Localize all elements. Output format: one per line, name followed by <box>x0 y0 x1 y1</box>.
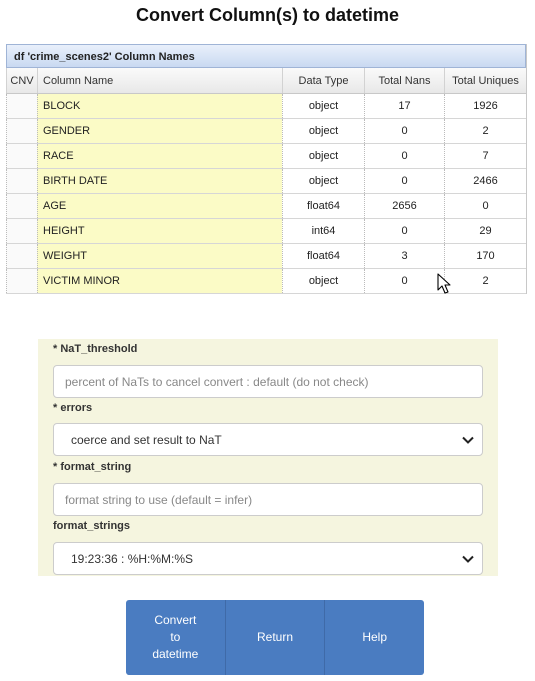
column-name-cell: BLOCK <box>37 94 282 118</box>
data-type-cell: object <box>282 269 364 293</box>
cnv-cell[interactable] <box>6 169 37 193</box>
total-uniques-cell: 170 <box>444 244 526 268</box>
cnv-cell[interactable] <box>6 219 37 243</box>
cnv-cell[interactable] <box>6 119 37 143</box>
total-uniques-cell: 29 <box>444 219 526 243</box>
cnv-cell[interactable] <box>6 144 37 168</box>
total-nans-cell: 0 <box>364 144 444 168</box>
total-nans-cell: 2656 <box>364 194 444 218</box>
page-title: Convert Column(s) to datetime <box>135 5 399 25</box>
action-button-bar: Convert to datetime Return Help <box>126 600 424 675</box>
total-nans-cell: 3 <box>364 244 444 268</box>
format-strings-select[interactable]: 19:23:36 : %H:%M:%S <box>53 542 483 575</box>
total-nans-cell: 0 <box>364 219 444 243</box>
table-row[interactable]: BIRTH DATE object 0 2466 <box>6 169 526 194</box>
column-name-cell: WEIGHT <box>37 244 282 268</box>
cnv-cell[interactable] <box>6 269 37 293</box>
columns-grid: df 'crime_scenes2' Column Names CNV Colu… <box>6 44 527 294</box>
total-uniques-cell: 2 <box>444 119 526 143</box>
table-row[interactable]: AGE float64 2656 0 <box>6 194 526 219</box>
table-row[interactable]: HEIGHT int64 0 29 <box>6 219 526 244</box>
errors-select[interactable]: coerce and set result to NaT <box>53 423 483 456</box>
errors-label: * errors <box>53 402 93 414</box>
table-row[interactable]: RACE object 0 7 <box>6 144 526 169</box>
nat-threshold-label: * NaT_threshold <box>53 343 138 355</box>
data-type-cell: object <box>282 94 364 118</box>
help-button[interactable]: Help <box>325 600 424 675</box>
table-row[interactable]: GENDER object 0 2 <box>6 119 526 144</box>
convert-to-datetime-button[interactable]: Convert to datetime <box>126 600 226 675</box>
total-nans-cell: 0 <box>364 269 444 293</box>
cnv-cell[interactable] <box>6 94 37 118</box>
format-strings-selected-value: 19:23:36 : %H:%M:%S <box>71 551 194 566</box>
mouse-cursor-icon <box>437 273 451 294</box>
total-uniques-cell: 7 <box>444 144 526 168</box>
format-strings-label: format_strings <box>53 520 131 532</box>
header-total-nans[interactable]: Total Nans <box>364 68 444 93</box>
header-total-uniques[interactable]: Total Uniques <box>444 68 526 93</box>
grid-caption: df 'crime_scenes2' Column Names <box>6 44 526 68</box>
column-name-cell: HEIGHT <box>37 219 282 243</box>
column-name-cell: GENDER <box>37 119 282 143</box>
return-button[interactable]: Return <box>226 600 326 675</box>
convert-options-form: * NaT_threshold * errors coerce and set … <box>38 339 498 576</box>
column-name-cell: BIRTH DATE <box>37 169 282 193</box>
header-data-type[interactable]: Data Type <box>282 68 364 93</box>
column-name-cell: RACE <box>37 144 282 168</box>
total-nans-cell: 0 <box>364 169 444 193</box>
table-row[interactable]: WEIGHT float64 3 170 <box>6 244 526 269</box>
errors-selected-value: coerce and set result to NaT <box>71 432 222 447</box>
data-type-cell: float64 <box>282 194 364 218</box>
data-type-cell: object <box>282 144 364 168</box>
grid-header: CNV Column Name Data Type Total Nans Tot… <box>6 68 526 94</box>
total-nans-cell: 17 <box>364 94 444 118</box>
cnv-cell[interactable] <box>6 244 37 268</box>
data-type-cell: object <box>282 169 364 193</box>
chevron-down-icon <box>462 436 474 444</box>
format-string-label: * format_string <box>53 461 132 473</box>
total-uniques-cell: 0 <box>444 194 526 218</box>
header-column-name[interactable]: Column Name <box>37 68 282 93</box>
header-cnv[interactable]: CNV <box>6 68 37 93</box>
column-name-cell: AGE <box>37 194 282 218</box>
nat-threshold-input[interactable] <box>53 365 483 398</box>
total-uniques-cell: 1926 <box>444 94 526 118</box>
data-type-cell: object <box>282 119 364 143</box>
table-row[interactable]: BLOCK object 17 1926 <box>6 94 526 119</box>
chevron-down-icon <box>462 555 474 563</box>
total-nans-cell: 0 <box>364 119 444 143</box>
total-uniques-cell: 2466 <box>444 169 526 193</box>
total-uniques-cell: 2 <box>444 269 526 293</box>
data-type-cell: float64 <box>282 244 364 268</box>
cnv-cell[interactable] <box>6 194 37 218</box>
format-string-input[interactable] <box>53 483 483 516</box>
data-type-cell: int64 <box>282 219 364 243</box>
column-name-cell: VICTIM MINOR <box>37 269 282 293</box>
